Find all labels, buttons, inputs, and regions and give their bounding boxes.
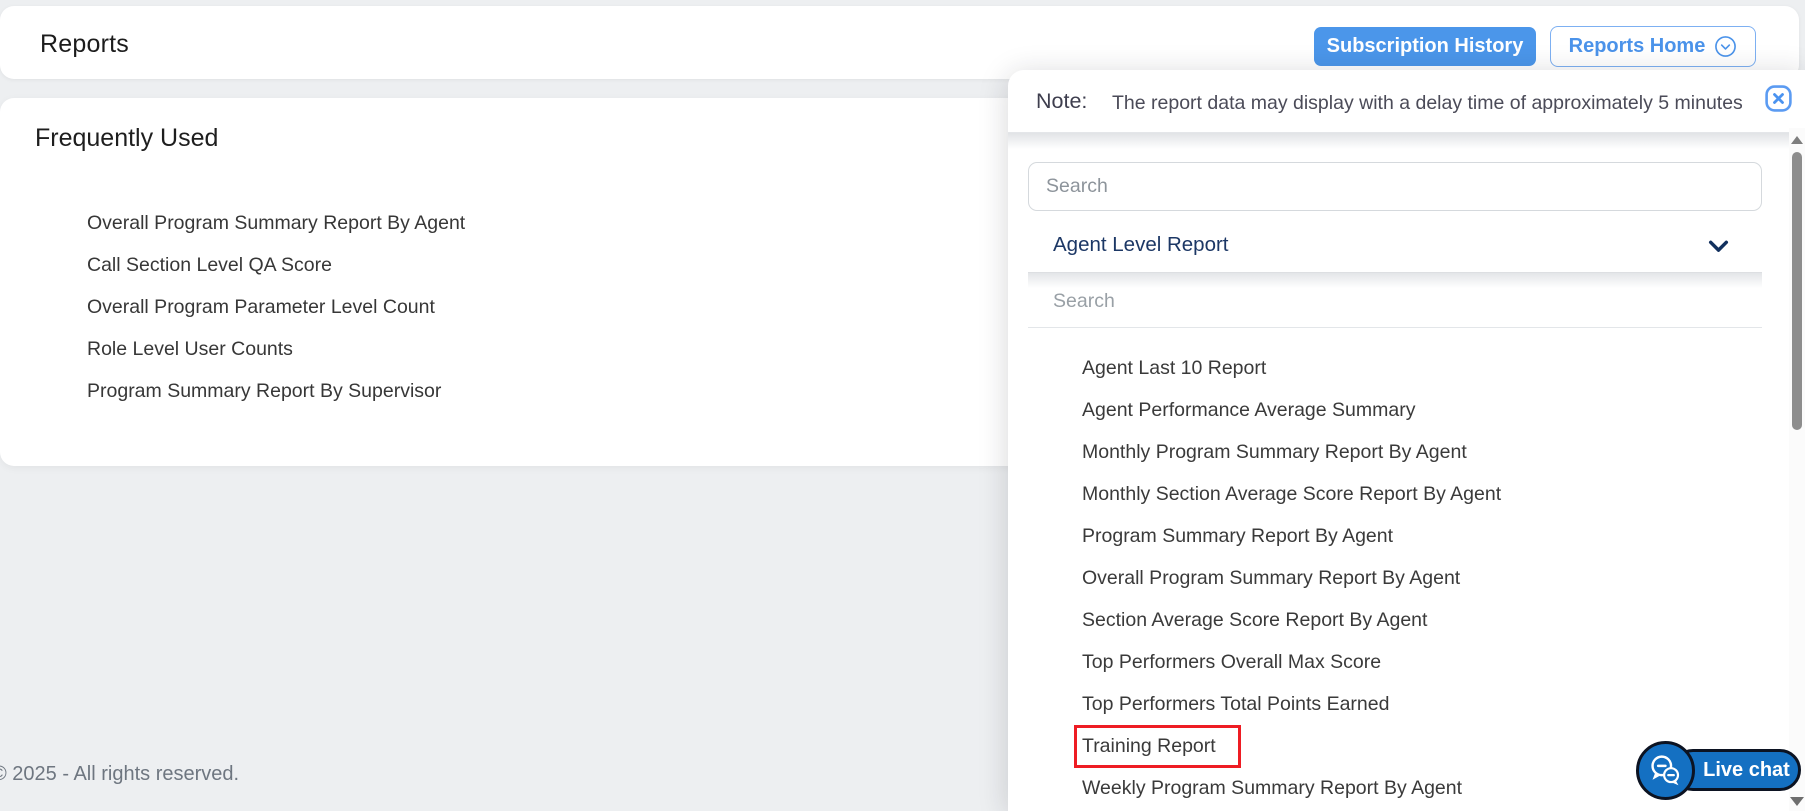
reports-page: Reports Subscription History Reports Hom…: [0, 0, 1805, 811]
report-list-item[interactable]: Program Summary Report By Agent: [1082, 515, 1722, 557]
frequently-used-list: Overall Program Summary Report By AgentC…: [87, 202, 465, 412]
report-list-item[interactable]: Section Average Score Report By Agent: [1082, 599, 1722, 641]
report-list-item[interactable]: Top Performers Total Points Earned: [1082, 683, 1722, 725]
report-item-label: Top Performers Overall Max Score: [1082, 651, 1381, 674]
report-picker-panel: Note: The report data may display with a…: [1008, 70, 1805, 811]
reports-home-label: Reports Home: [1569, 35, 1706, 58]
report-item-label: Program Summary Report By Agent: [1082, 525, 1393, 548]
live-chat-label: Live chat: [1703, 759, 1790, 782]
report-search-input[interactable]: [1028, 162, 1762, 211]
category-dropdown-label: Agent Level Report: [1053, 233, 1229, 257]
panel-header-divider: [1008, 132, 1805, 149]
scroll-down-arrow-icon[interactable]: [1790, 797, 1804, 806]
frequently-used-title: Frequently Used: [35, 124, 218, 153]
page-title: Reports: [40, 30, 129, 59]
report-list-item[interactable]: Training Report: [1082, 725, 1722, 767]
report-list: Agent Last 10 Report Agent Performance A…: [1082, 347, 1722, 809]
report-list-item[interactable]: Monthly Program Summary Report By Agent: [1082, 431, 1722, 473]
report-item-label: Monthly Program Summary Report By Agent: [1082, 441, 1467, 464]
category-search-input[interactable]: [1028, 276, 1762, 328]
top-bar: Reports Subscription History Reports Hom…: [0, 6, 1799, 79]
subscription-history-button[interactable]: Subscription History: [1314, 27, 1536, 66]
scrollbar-thumb[interactable]: [1792, 152, 1802, 430]
frequently-used-item[interactable]: Overall Program Summary Report By Agent: [87, 202, 465, 244]
report-list-item[interactable]: Overall Program Summary Report By Agent: [1082, 557, 1722, 599]
panel-scrollbar[interactable]: [1789, 128, 1805, 811]
close-panel-button[interactable]: [1765, 85, 1792, 112]
close-icon: [1765, 85, 1792, 112]
live-chat-icon-button[interactable]: [1636, 741, 1695, 800]
report-item-label: Section Average Score Report By Agent: [1082, 609, 1427, 632]
report-list-item[interactable]: Agent Last 10 Report: [1082, 347, 1722, 389]
report-item-label: Overall Program Summary Report By Agent: [1082, 567, 1460, 590]
scroll-up-arrow-icon[interactable]: [1791, 136, 1803, 144]
report-item-label: Monthly Section Average Score Report By …: [1082, 483, 1501, 506]
report-item-label: Agent Performance Average Summary: [1082, 399, 1415, 422]
report-item-label: Weekly Program Summary Report By Agent: [1082, 777, 1462, 800]
frequently-used-item[interactable]: Overall Program Parameter Level Count: [87, 286, 465, 328]
report-item-label: Training Report: [1074, 725, 1241, 768]
report-item-label: Agent Last 10 Report: [1082, 357, 1266, 380]
note-label: Note:: [1036, 89, 1087, 114]
chevron-down-circle-icon: [1714, 35, 1737, 58]
frequently-used-card: Frequently Used Overall Program Summary …: [0, 98, 1045, 466]
note-message: The report data may display with a delay…: [1112, 92, 1743, 115]
frequently-used-item[interactable]: Call Section Level QA Score: [87, 244, 465, 286]
reports-home-button[interactable]: Reports Home: [1550, 26, 1756, 67]
chevron-down-icon: [1706, 234, 1731, 264]
report-list-item[interactable]: Agent Performance Average Summary: [1082, 389, 1722, 431]
frequently-used-item[interactable]: Role Level User Counts: [87, 328, 465, 370]
chat-bubbles-icon: [1647, 752, 1684, 789]
report-item-label: Top Performers Total Points Earned: [1082, 693, 1389, 716]
copyright-text: © 2025 - All rights reserved.: [0, 763, 239, 786]
frequently-used-item[interactable]: Program Summary Report By Supervisor: [87, 370, 465, 412]
report-list-item[interactable]: Weekly Program Summary Report By Agent: [1082, 767, 1722, 809]
category-dropdown[interactable]: Agent Level Report: [1008, 222, 1766, 272]
report-list-item[interactable]: Monthly Section Average Score Report By …: [1082, 473, 1722, 515]
report-list-item[interactable]: Top Performers Overall Max Score: [1082, 641, 1722, 683]
